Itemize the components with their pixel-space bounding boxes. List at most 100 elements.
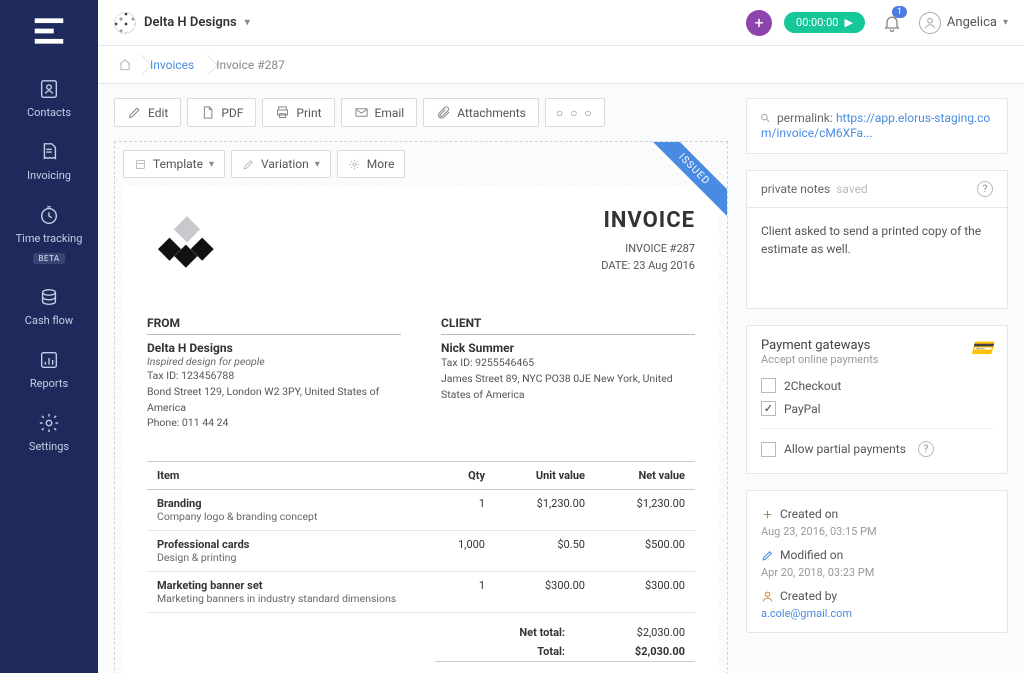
template-button[interactable]: Template ▾ [123, 150, 225, 178]
notif-badge: 1 [892, 6, 907, 18]
col-unit: Unit value [495, 462, 595, 490]
content: Edit PDF Print Email [98, 84, 1024, 673]
sidebar-item-invoicing[interactable]: Invoicing [0, 131, 98, 194]
add-button[interactable]: + [746, 10, 772, 36]
company-logo-icon [147, 208, 227, 288]
private-notes-panel: private notes saved ? Client asked to se… [746, 170, 1008, 309]
invoice-document: INVOICE INVOICE #287 DATE: 23 Aug 2016 F… [123, 186, 719, 673]
item-net: $500.00 [595, 531, 695, 572]
meta-label: Created by [780, 589, 837, 603]
action-label: Edit [148, 106, 168, 120]
table-row: Professional cardsDesign & printing 1,00… [147, 531, 695, 572]
variation-button[interactable]: Variation ▾ [231, 150, 331, 178]
gateways-title: Payment gateways [761, 338, 993, 353]
item-name: Marketing banner set [157, 579, 425, 592]
allow-partial-label: Allow partial payments [784, 442, 906, 456]
pdf-button[interactable]: PDF [187, 98, 256, 127]
sidebar-item-cashflow[interactable]: Cash flow [0, 276, 98, 339]
item-unit: $0.50 [495, 531, 595, 572]
total-label: Total: [445, 645, 605, 658]
item-qty: 1 [435, 572, 495, 613]
created-on-value: Aug 23, 2016, 03:15 PM [761, 525, 993, 538]
from-phone: Phone: 011 44 24 [147, 415, 401, 431]
tv-label: Template [153, 157, 203, 171]
beta-badge: BETA [33, 253, 64, 264]
edit-button[interactable]: Edit [114, 98, 181, 127]
client-address: James Street 89, NYC PO38 0JE New York, … [441, 371, 695, 403]
breadcrumb-home[interactable] [114, 46, 142, 83]
net-total-label: Net total: [445, 626, 605, 639]
timer-button[interactable]: 00:00:00 ▶ [784, 12, 865, 33]
gateway-label: PayPal [784, 402, 821, 416]
chevron-down-icon: ▾ [209, 159, 214, 170]
chevron-down-icon: ▾ [245, 17, 250, 28]
user-avatar-icon [919, 12, 941, 34]
help-icon[interactable]: ? [918, 441, 934, 457]
more-actions-button[interactable]: ○ ○ ○ [545, 98, 605, 127]
from-block: FROM Delta H Designs Inspired design for… [147, 316, 401, 431]
user-name: Angelica [947, 15, 997, 30]
checkbox-icon [761, 442, 776, 457]
card-icon: 💳 [971, 338, 993, 359]
invoice-number: INVOICE #287 [601, 241, 695, 258]
tv-label: Variation [261, 157, 309, 171]
sidebar-item-contacts[interactable]: Contacts [0, 68, 98, 131]
col-net: Net value [595, 462, 695, 490]
sidebar-item-timetracking[interactable]: Time tracking BETA [0, 194, 98, 276]
template-more-button[interactable]: More [337, 150, 406, 178]
user-menu[interactable]: Angelica ▾ [919, 12, 1008, 34]
sidebar-item-settings[interactable]: Settings [0, 402, 98, 465]
created-on-row: Created on [761, 503, 993, 525]
notes-body[interactable]: Client asked to send a printed copy of t… [747, 208, 1007, 308]
breadcrumb-label: Invoice #287 [216, 58, 285, 72]
action-label: Email [375, 106, 405, 120]
item-qty: 1,000 [435, 531, 495, 572]
org-name: Delta H Designs [144, 15, 237, 30]
item-desc: Marketing banners in industry standard d… [157, 592, 425, 605]
sidebar-item-label: Contacts [27, 106, 71, 119]
items-table: Item Qty Unit value Net value BrandingCo… [147, 461, 695, 613]
gateway-paypal[interactable]: PayPal [761, 397, 993, 420]
template-toolbar: Template ▾ Variation ▾ More [115, 142, 727, 186]
meta-label: Modified on [780, 548, 843, 562]
sidebar-item-label: Time tracking [16, 232, 83, 245]
modified-on-row: Modified on [761, 544, 993, 566]
from-name: Delta H Designs [147, 341, 401, 355]
sidebar-item-reports[interactable]: Reports [0, 339, 98, 402]
notifications-button[interactable]: 1 [877, 8, 907, 38]
print-button[interactable]: Print [262, 98, 334, 127]
permalink-label: permalink: [777, 111, 833, 125]
modified-on-value: Apr 20, 2018, 03:23 PM [761, 566, 993, 579]
chevron-down-icon: ▾ [315, 159, 320, 170]
checkbox-icon [761, 378, 776, 393]
breadcrumb-invoices[interactable]: Invoices [142, 46, 208, 83]
created-by-value[interactable]: a.cole@gmail.com [761, 607, 993, 620]
breadcrumb-label: Invoices [150, 58, 194, 72]
attachments-button[interactable]: Attachments [423, 98, 539, 127]
item-unit: $1,230.00 [495, 490, 595, 531]
action-label: Print [296, 106, 321, 120]
gateway-2checkout[interactable]: 2Checkout [761, 374, 993, 397]
metadata-panel: Created on Aug 23, 2016, 03:15 PM Modifi… [746, 490, 1008, 633]
client-tax: Tax ID: 9255546465 [441, 355, 695, 371]
chevron-down-icon: ▾ [1003, 17, 1008, 28]
help-icon[interactable]: ? [977, 181, 993, 197]
table-row: BrandingCompany logo & branding concept … [147, 490, 695, 531]
topbar: Delta H Designs ▾ + 00:00:00 ▶ 1 Angelic… [98, 0, 1024, 46]
invoice-date: DATE: 23 Aug 2016 [601, 258, 695, 275]
notes-saved: saved [836, 182, 868, 196]
action-toolbar: Edit PDF Print Email [114, 98, 728, 127]
net-total-value: $2,030.00 [605, 626, 685, 639]
org-logo-icon [114, 12, 136, 34]
email-button[interactable]: Email [341, 98, 418, 127]
item-name: Branding [157, 497, 425, 510]
action-label: Attachments [457, 106, 526, 120]
breadcrumb-current: Invoice #287 [208, 46, 299, 83]
payment-gateways-panel: 💳 Payment gateways Accept online payment… [746, 325, 1008, 474]
allow-partial-checkbox[interactable]: Allow partial payments ? [761, 437, 993, 461]
app-logo[interactable] [30, 12, 68, 50]
org-switcher[interactable]: Delta H Designs ▾ [114, 12, 250, 34]
client-heading: CLIENT [441, 316, 695, 335]
totals-block: Net total: $2,030.00 Total: $2,030.00 [435, 623, 695, 662]
gateways-sub: Accept online payments [761, 353, 993, 366]
